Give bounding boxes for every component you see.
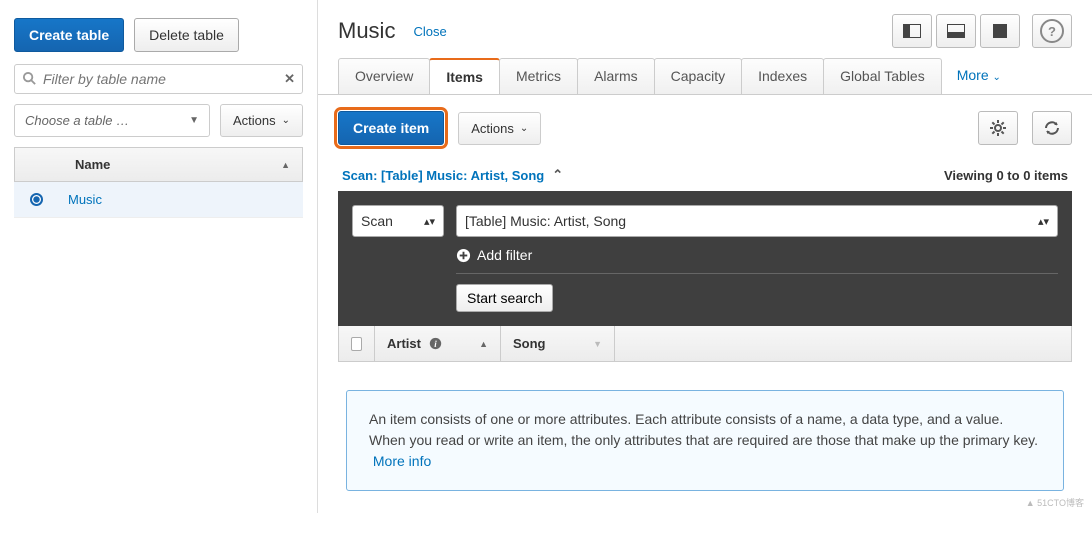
column-song[interactable]: Song ▼ [501, 326, 615, 361]
scan-summary-toggle[interactable]: Scan: [Table] Music: Artist, Song [342, 168, 544, 183]
table-row[interactable]: Music [14, 182, 303, 218]
main-actions-button[interactable]: Actions ⌄ [458, 112, 541, 145]
select-all-cell[interactable] [339, 326, 375, 361]
add-filter-button[interactable]: Add filter [456, 247, 1058, 263]
more-info-link[interactable]: More info [373, 453, 431, 469]
scan-mode-select[interactable]: Scan ▴▾ [352, 205, 444, 237]
divider [456, 273, 1058, 274]
chevron-down-icon: ⌄ [520, 123, 528, 134]
layout-full-icon[interactable] [980, 14, 1020, 48]
gear-icon [990, 120, 1006, 136]
data-table-header: Artist i ▲ Song ▼ [338, 326, 1072, 362]
sort-asc-icon: ▲ [479, 339, 488, 349]
sort-asc-icon: ▲ [281, 160, 290, 170]
create-item-button[interactable]: Create item [338, 111, 444, 145]
sidebar: Create table Delete table ✕ Choose a tab… [0, 0, 318, 513]
tab-alarms[interactable]: Alarms [577, 58, 655, 94]
search-icon [22, 71, 37, 89]
scan-target-select[interactable]: [Table] Music: Artist, Song ▴▾ [456, 205, 1058, 237]
delete-table-button[interactable]: Delete table [134, 18, 239, 52]
clear-icon[interactable]: ✕ [284, 71, 295, 87]
tab-global-tables[interactable]: Global Tables [823, 58, 942, 94]
tab-capacity[interactable]: Capacity [654, 58, 742, 94]
refresh-button[interactable] [1032, 111, 1072, 145]
help-icon: ? [1040, 19, 1064, 43]
create-table-button[interactable]: Create table [14, 18, 124, 52]
filter-table-input[interactable] [14, 64, 303, 94]
settings-button[interactable] [978, 111, 1018, 145]
layout-split-icon[interactable] [892, 14, 932, 48]
chevron-up-icon[interactable]: ⌃ [552, 167, 563, 183]
help-button[interactable]: ? [1032, 14, 1072, 48]
plus-circle-icon [456, 248, 471, 263]
tabs: Overview Items Metrics Alarms Capacity I… [318, 58, 1092, 95]
info-callout: An item consists of one or more attribut… [346, 390, 1064, 491]
sort-none-icon: ▼ [593, 339, 602, 349]
info-icon: i [429, 337, 442, 350]
tab-items[interactable]: Items [429, 58, 500, 94]
viewing-count: Viewing 0 to 0 items [944, 168, 1068, 183]
actions-label: Actions [471, 121, 514, 136]
start-search-button[interactable]: Start search [456, 284, 553, 312]
close-link[interactable]: Close [413, 24, 446, 39]
column-empty [615, 326, 1071, 361]
select-arrows-icon: ▴▾ [1038, 215, 1049, 228]
scan-panel: Scan ▴▾ [Table] Music: Artist, Song ▴▾ A… [338, 191, 1072, 326]
table-name-link[interactable]: Music [68, 192, 102, 207]
chevron-down-icon: ▼ [189, 115, 199, 126]
main-panel: Music Close ? Overview Items Metrics Ala… [318, 0, 1092, 513]
column-name[interactable]: Name [75, 157, 281, 172]
layout-bottom-icon[interactable] [936, 14, 976, 48]
select-arrows-icon: ▴▾ [424, 215, 435, 228]
chevron-down-icon: ⌄ [282, 115, 290, 126]
tab-indexes[interactable]: Indexes [741, 58, 824, 94]
radio-selected-icon[interactable] [30, 193, 43, 206]
checkbox-icon[interactable] [351, 337, 362, 351]
page-title: Music [338, 18, 395, 44]
actions-label: Actions [233, 113, 276, 128]
column-artist[interactable]: Artist i ▲ [375, 326, 501, 361]
tab-overview[interactable]: Overview [338, 58, 430, 94]
tab-metrics[interactable]: Metrics [499, 58, 578, 94]
sidebar-actions-button[interactable]: Actions ⌄ [220, 104, 303, 137]
sidebar-table-header: Name ▲ [14, 147, 303, 182]
chevron-down-icon: ⌄ [993, 72, 1001, 83]
tab-more[interactable]: More ⌄ [941, 58, 1017, 94]
choose-table-select[interactable]: Choose a table … ▼ [14, 104, 210, 137]
choose-table-label: Choose a table … [25, 113, 129, 128]
watermark: ▲ 51CTO博客 [1026, 496, 1084, 509]
refresh-icon [1044, 120, 1060, 136]
